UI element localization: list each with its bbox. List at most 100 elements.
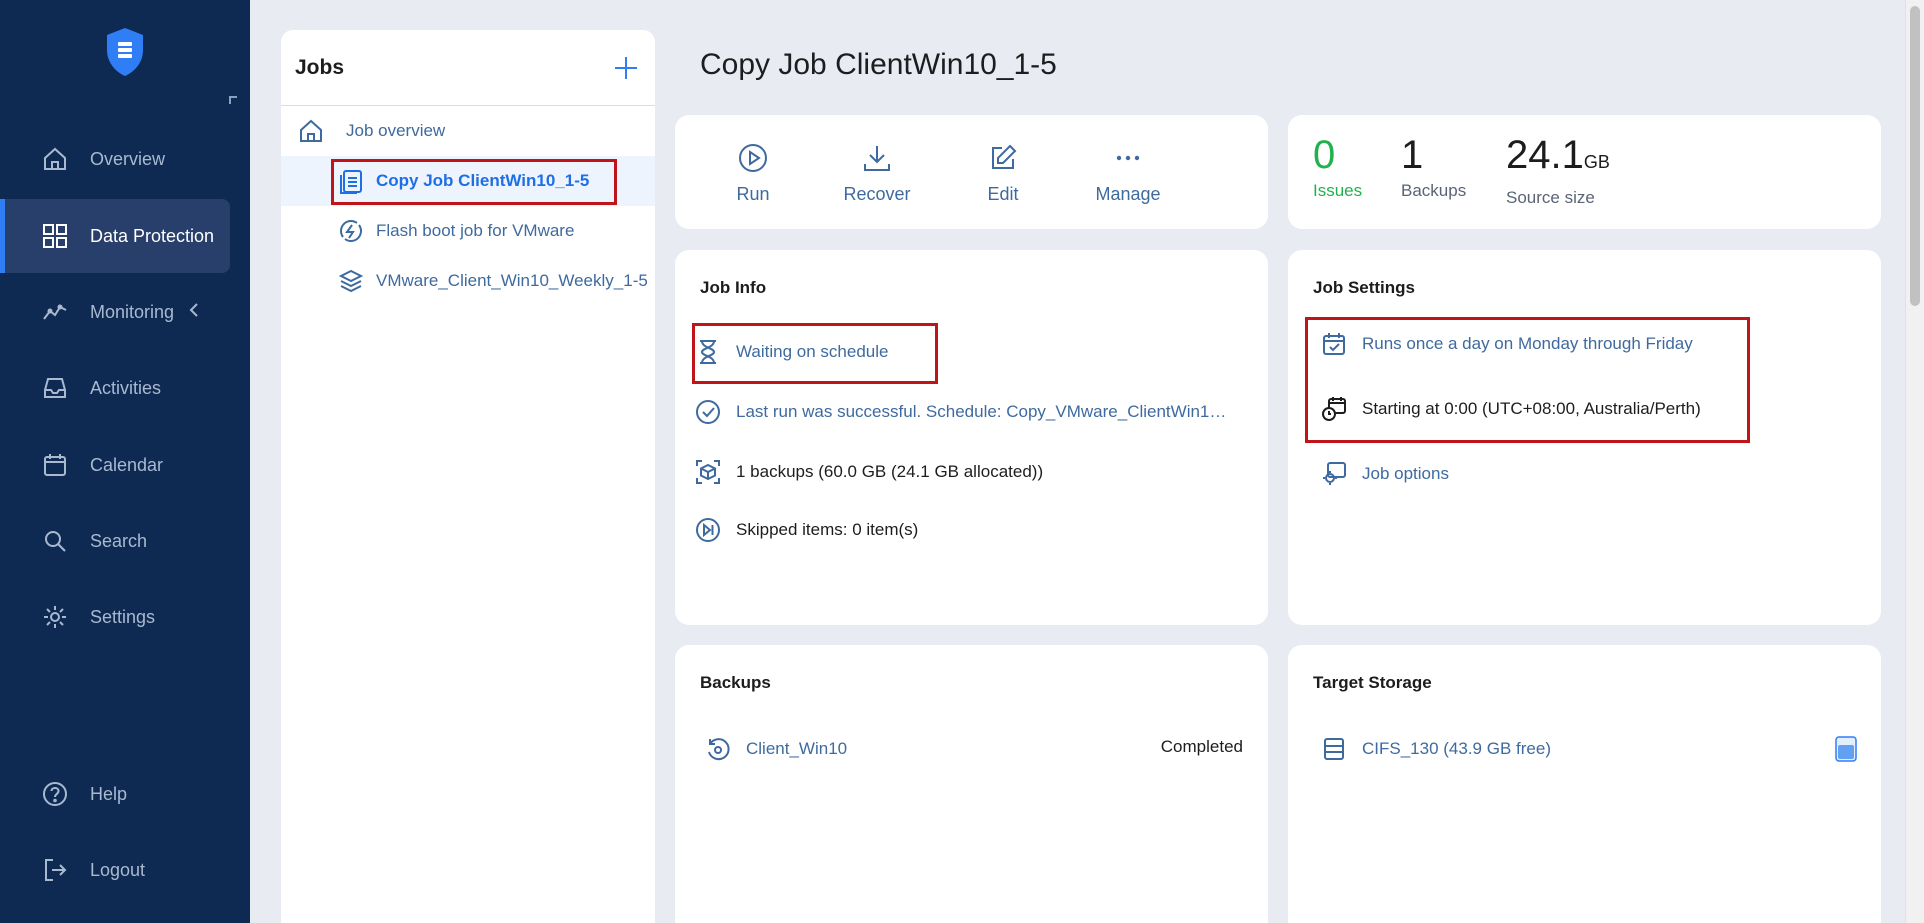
backup-item-row[interactable]: Client_Win10 xyxy=(702,733,847,765)
nav-monitoring-label: Monitoring xyxy=(90,301,175,322)
nav-search[interactable]: Search xyxy=(0,504,230,578)
job-item-vmware-weekly[interactable]: VMware_Client_Win10_Weekly_1-5 xyxy=(281,256,655,306)
hourglass-icon xyxy=(692,336,724,368)
jobs-header: Jobs xyxy=(281,30,655,106)
jobs-panel: Jobs Job overview Copy Job ClientWin10_1… xyxy=(281,30,655,923)
job-item-flash-boot[interactable]: Flash boot job for VMware xyxy=(281,206,655,256)
skipped-items-row: Skipped items: 0 item(s) xyxy=(692,514,918,546)
issues-stat[interactable]: 0 Issues xyxy=(1313,131,1362,201)
start-time-text: Starting at 0:00 (UTC+08:00, Australia/P… xyxy=(1362,399,1701,418)
storage-usage-icon xyxy=(1835,736,1857,762)
backups-value: 1 xyxy=(1401,133,1424,177)
calendar-icon xyxy=(40,450,70,480)
backups-info-text: 1 backups (60.0 GB (24.1 GB allocated)) xyxy=(736,462,1044,481)
flash-boot-icon xyxy=(336,216,366,246)
schedule-text: Runs once a day on Monday through Friday xyxy=(1362,334,1693,353)
job-item-copy-job[interactable]: Copy Job ClientWin10_1-5 xyxy=(281,156,655,206)
help-icon xyxy=(40,779,70,809)
edit-icon xyxy=(985,140,1021,176)
start-time-row: Starting at 0:00 (UTC+08:00, Australia/P… xyxy=(1318,393,1701,425)
backups-title: Backups xyxy=(700,673,771,692)
nav-overview[interactable]: Overview xyxy=(0,122,230,196)
storage-icon xyxy=(1318,733,1350,765)
jobs-title: Jobs xyxy=(295,55,345,79)
target-storage-card: Target Storage CIFS_130 (43.9 GB free) xyxy=(1288,645,1881,923)
manage-label: Manage xyxy=(1095,183,1161,204)
job-info-title: Job Info xyxy=(700,278,767,297)
last-run-text: Last run was successful. Schedule: Copy_… xyxy=(736,402,1227,421)
copy-job-icon xyxy=(336,166,366,196)
download-icon xyxy=(859,140,895,176)
actions-card: Run Recover Edit Manage xyxy=(675,115,1268,229)
issues-value: 0 xyxy=(1313,133,1336,177)
nav-activities-label: Activities xyxy=(90,377,162,398)
storage-item-row[interactable]: CIFS_130 (43.9 GB free) xyxy=(1318,733,1551,765)
source-size-value: 24.1 xyxy=(1506,133,1584,177)
source-size-stat: 24.1GB Source size xyxy=(1506,131,1610,208)
scrollbar-thumb[interactable] xyxy=(1910,6,1920,306)
backup-job-icon xyxy=(336,266,366,296)
nav-data-protection[interactable]: Data Protection xyxy=(0,199,230,273)
backups-info-row: 1 backups (60.0 GB (24.1 GB allocated)) xyxy=(692,456,1043,488)
search-icon xyxy=(40,526,70,556)
job-item-flash-boot-label: Flash boot job for VMware xyxy=(376,221,575,240)
skip-icon xyxy=(692,514,724,546)
schedule-row[interactable]: Runs once a day on Monday through Friday xyxy=(1318,328,1693,360)
storage-item-name: CIFS_130 (43.9 GB free) xyxy=(1362,739,1551,758)
nav-activities[interactable]: Activities xyxy=(0,351,230,425)
job-status-text: Waiting on schedule xyxy=(736,342,889,361)
job-settings-title: Job Settings xyxy=(1313,278,1416,297)
collapse-sidebar-icon[interactable] xyxy=(229,96,237,104)
page-title: Copy Job ClientWin10_1-5 xyxy=(700,48,1057,81)
backups-stat: 1 Backups xyxy=(1401,131,1466,201)
add-job-button[interactable] xyxy=(611,53,641,83)
recover-label: Recover xyxy=(843,183,911,204)
home-icon xyxy=(40,144,70,174)
nav-data-protection-label: Data Protection xyxy=(90,225,215,246)
recover-button[interactable]: Recover xyxy=(817,115,937,229)
source-size-label: Source size xyxy=(1506,188,1595,207)
nav-settings[interactable]: Settings xyxy=(0,580,230,654)
skipped-items-text: Skipped items: 0 item(s) xyxy=(736,520,919,539)
backups-label: Backups xyxy=(1401,181,1467,200)
backup-item-status: Completed xyxy=(1160,737,1243,756)
job-settings-card: Job Settings Runs once a day on Monday t… xyxy=(1288,250,1881,625)
grid-icon xyxy=(40,221,70,251)
page-scrollbar[interactable] xyxy=(1905,0,1924,923)
last-run-row[interactable]: Last run was successful. Schedule: Copy_… xyxy=(692,396,1226,428)
check-circle-icon xyxy=(692,396,724,428)
nav-help-label: Help xyxy=(90,783,128,804)
job-options-link: Job options xyxy=(1362,464,1449,483)
shield-logo-icon xyxy=(107,28,143,76)
job-status-row: Waiting on schedule xyxy=(692,336,888,368)
nav-calendar[interactable]: Calendar xyxy=(0,428,230,502)
nav-settings-label: Settings xyxy=(90,606,156,627)
job-overview-label: Job overview xyxy=(346,121,446,140)
manage-button[interactable]: Manage xyxy=(1068,115,1188,229)
backups-card: Backups Client_Win10 Completed xyxy=(675,645,1268,923)
restore-point-icon xyxy=(702,733,734,765)
more-icon xyxy=(1110,140,1146,176)
nav-monitoring[interactable]: Monitoring xyxy=(0,275,230,349)
job-options-row[interactable]: Job options xyxy=(1318,458,1449,490)
run-label: Run xyxy=(736,183,770,204)
nav-help[interactable]: Help xyxy=(0,757,230,831)
logout-icon xyxy=(40,855,70,885)
run-button[interactable]: Run xyxy=(693,115,813,229)
job-item-vmware-weekly-label: VMware_Client_Win10_Weekly_1-5 xyxy=(376,271,648,290)
calendar-clock-icon xyxy=(1318,393,1350,425)
target-storage-title: Target Storage xyxy=(1313,673,1432,692)
edit-button[interactable]: Edit xyxy=(943,115,1063,229)
stats-card: 0 Issues 1 Backups 24.1GB Source size xyxy=(1288,115,1881,229)
nav-calendar-label: Calendar xyxy=(90,454,164,475)
nav-logout-label: Logout xyxy=(90,859,146,880)
gear-icon xyxy=(1318,458,1350,490)
inbox-icon xyxy=(40,373,70,403)
monitoring-icon xyxy=(40,297,70,327)
gear-icon xyxy=(40,602,70,632)
job-item-copy-job-label: Copy Job ClientWin10_1-5 xyxy=(376,171,590,190)
job-overview-item[interactable]: Job overview xyxy=(281,106,655,156)
nav-overview-label: Overview xyxy=(90,148,166,169)
box-icon xyxy=(692,456,724,488)
nav-logout[interactable]: Logout xyxy=(0,833,230,907)
